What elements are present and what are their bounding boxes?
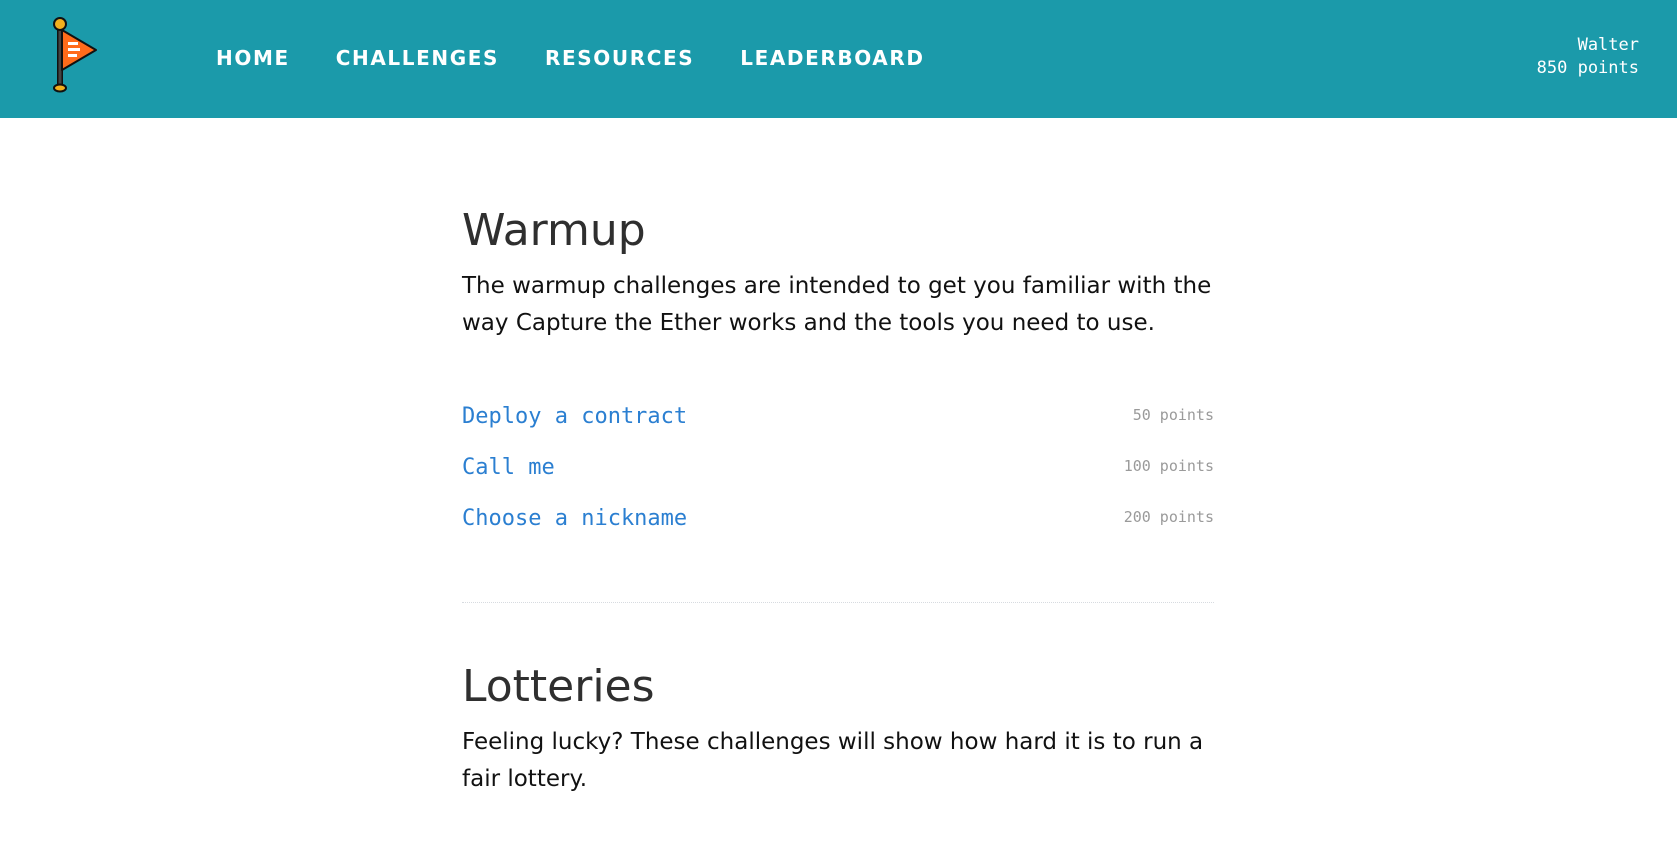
challenge-list: Deploy a contract 50 points Call me 100 … (462, 401, 1214, 554)
section-description: The warmup challenges are intended to ge… (462, 273, 1212, 336)
nav-challenges[interactable]: CHALLENGES (336, 44, 499, 72)
nav-resources[interactable]: RESOURCES (545, 44, 694, 72)
section-title: Warmup (462, 205, 646, 256)
challenge-link-deploy-a-contract[interactable]: Deploy a contract (462, 401, 687, 433)
main-nav: HOME CHALLENGES RESOURCES LEADERBOARD (216, 44, 925, 72)
challenge-link-choose-a-nickname[interactable]: Choose a nickname (462, 503, 687, 535)
top-header: HOME CHALLENGES RESOURCES LEADERBOARD Wa… (0, 0, 1677, 118)
user-summary[interactable]: Walter 850 points (1537, 34, 1639, 80)
user-points: 850 points (1536, 58, 1639, 78)
section-title: Lotteries (462, 661, 655, 712)
challenge-points: 200 points (1123, 508, 1214, 526)
section-description: Feeling lucky? These challenges will sho… (462, 729, 1204, 792)
challenge-row: Choose a nickname 200 points (462, 503, 1214, 554)
nav-home[interactable]: HOME (216, 44, 290, 72)
challenge-link-call-me[interactable]: Call me (462, 452, 555, 484)
nav-leaderboard[interactable]: LEADERBOARD (740, 44, 924, 72)
section-warmup: Warmup The warmup challenges are intende… (462, 118, 1214, 603)
challenge-row: Call me 100 points (462, 452, 1214, 503)
user-name: Walter (1577, 35, 1639, 55)
challenge-points: 50 points (1132, 406, 1214, 424)
section-divider (462, 602, 1214, 603)
challenge-row: Deploy a contract 50 points (462, 401, 1214, 452)
challenge-points: 100 points (1123, 457, 1214, 475)
section-lotteries: Lotteries Feeling lucky? These challenge… (462, 611, 1214, 798)
challenges-content: Warmup The warmup challenges are intende… (462, 118, 1214, 798)
flag-logo-icon[interactable] (48, 16, 104, 96)
